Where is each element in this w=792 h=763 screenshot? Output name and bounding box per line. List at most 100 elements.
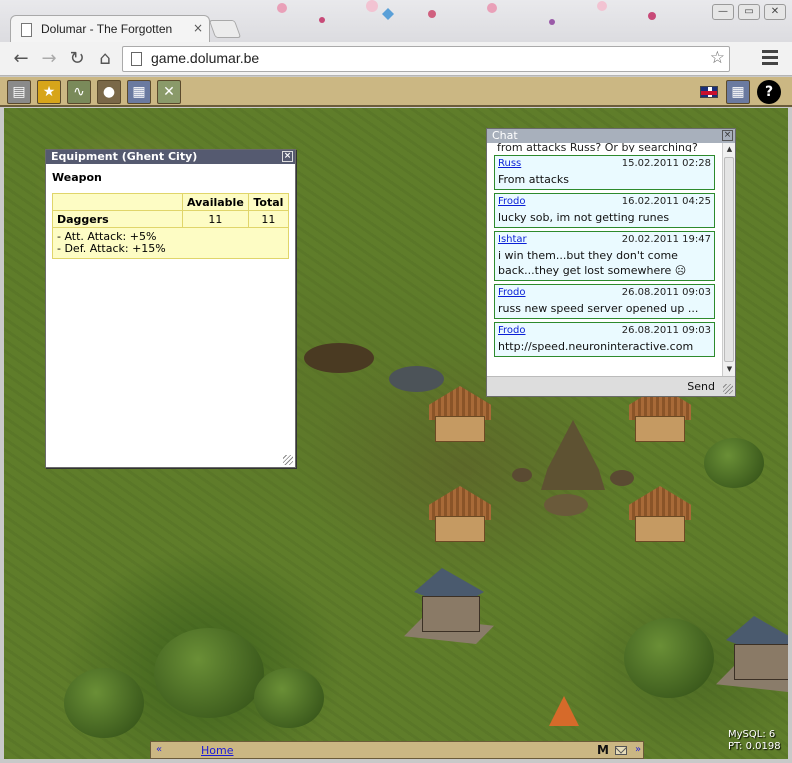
item-bonuses: - Att. Attack: +5% - Def. Attack: +15% (52, 227, 289, 259)
previous-arrow-icon[interactable]: « (156, 744, 162, 755)
building[interactable] (716, 616, 788, 696)
mysql-stat: MySQL: 6 (728, 729, 776, 740)
chat-message: Ishtar 20.02.2011 19:47 i win them...but … (494, 231, 715, 281)
chat-timestamp: 26.08.2011 09:03 (621, 325, 711, 336)
chat-username-link[interactable]: Frodo (498, 287, 526, 301)
close-icon[interactable]: × (722, 130, 733, 141)
buildings-icon[interactable]: ▤ (7, 80, 31, 104)
chat-message-text: From attacks (498, 173, 570, 186)
send-button[interactable]: Send (687, 380, 715, 393)
tab-close-icon[interactable]: × (193, 21, 203, 35)
url-text[interactable]: game.dolumar.be (151, 50, 259, 66)
window-title: Equipment (Ghent City) (51, 150, 198, 163)
chat-username-link[interactable]: Frodo (498, 325, 526, 339)
chat-message: Russ 15.02.2011 02:28 From attacks (494, 155, 715, 190)
house[interactable] (429, 386, 491, 444)
tools-icon[interactable]: ✕ (157, 80, 181, 104)
back-button[interactable]: ← (10, 48, 32, 70)
equipment-window[interactable]: Equipment (Ghent City) × Weapon Availabl… (45, 149, 296, 468)
browser-tab[interactable]: Dolumar - The Forgotten × (10, 15, 210, 43)
tree (64, 668, 144, 738)
tent[interactable] (549, 696, 579, 726)
equipment-table: Available Total Daggers 11 11 - Att. Att… (52, 193, 290, 259)
chat-username-link[interactable]: Ishtar (498, 234, 527, 248)
minimize-button[interactable]: — (712, 4, 734, 20)
home-button[interactable]: ⌂ (94, 48, 116, 70)
pt-stat: PT: 0.0198 (728, 741, 781, 752)
chat-timestamp: 26.08.2011 09:03 (621, 287, 711, 298)
game-footer-bar: « Home M » (150, 741, 644, 759)
equipment-window-header[interactable]: Equipment (Ghent City) × (46, 150, 295, 164)
chat-timestamp: 16.02.2011 04:25 (621, 196, 711, 207)
chat-message-text: lucky sob, im not getting runes (498, 211, 670, 224)
item-available: 11 (182, 210, 249, 228)
close-icon[interactable]: × (282, 151, 293, 162)
forward-button[interactable]: → (38, 48, 60, 70)
house[interactable] (629, 486, 691, 544)
item-total: 11 (247, 210, 290, 228)
new-tab-button[interactable] (208, 20, 242, 38)
stump (512, 468, 532, 482)
dirt-patch (304, 343, 374, 373)
category-heading: Weapon (52, 171, 102, 184)
server-stats: MySQL: 6 PT: 0.0198 (728, 729, 784, 753)
chat-window[interactable]: Chat × from attacks Russ? Or by searchin… (486, 128, 736, 397)
map-icon[interactable]: ▦ (127, 80, 151, 104)
resize-handle[interactable] (723, 384, 733, 394)
table-row: Daggers 11 11 (52, 210, 290, 228)
stump (610, 470, 634, 486)
chat-message: Frodo 26.08.2011 09:03 russ new speed ser… (494, 284, 715, 319)
help-button[interactable]: ? (757, 80, 781, 104)
chat-message-text: from attacks Russ? Or by searching? (497, 143, 698, 152)
envelope-icon[interactable] (615, 746, 627, 755)
chat-username-link[interactable]: Russ (498, 158, 521, 172)
chat-message-text: i win them...but they don't come back...… (498, 249, 687, 277)
page-icon (21, 23, 32, 37)
map-icon[interactable]: ▦ (726, 80, 750, 104)
maximize-button[interactable]: ▭ (738, 4, 760, 20)
bonus-text: - Def. Attack: +15% (57, 242, 166, 255)
blacksmith-building[interactable] (404, 568, 494, 648)
scroll-thumb[interactable] (724, 157, 734, 362)
close-window-button[interactable]: ✕ (764, 4, 786, 20)
scroll-up-icon[interactable]: ▲ (724, 144, 735, 155)
star-icon[interactable]: ★ (37, 80, 61, 104)
chat-message: Frodo 16.02.2011 04:25 lucky sob, im not … (494, 193, 715, 228)
messages-icon[interactable]: M (597, 743, 609, 757)
reload-button[interactable]: ↻ (66, 48, 88, 70)
chat-message-text: http://speed.neuroninteractive.com (498, 340, 694, 353)
address-bar[interactable]: game.dolumar.be ☆ (122, 46, 730, 72)
scroll-down-icon[interactable]: ▼ (724, 364, 735, 375)
table-header-total: Total (247, 193, 290, 211)
stump (544, 494, 588, 516)
tab-title: Dolumar - The Forgotten (41, 22, 173, 36)
browser-titlebar: Dolumar - The Forgotten × — ▭ ✕ (0, 0, 792, 43)
chat-footer: Send (487, 376, 735, 396)
chat-scrollbar[interactable]: ▲ ▼ (722, 143, 735, 376)
chat-window-header[interactable]: Chat × (487, 129, 735, 143)
tree (254, 668, 324, 728)
tree (704, 438, 764, 488)
chat-messages[interactable]: from attacks Russ? Or by searching? Russ… (487, 143, 723, 376)
table-header-available: Available (182, 193, 249, 211)
resize-handle[interactable] (283, 455, 293, 465)
home-link[interactable]: Home (201, 744, 233, 757)
resources-icon[interactable]: ● (97, 80, 121, 104)
next-arrow-icon[interactable]: » (635, 744, 641, 755)
game-menu-bar: ▤ ★ ∿ ● ▦ ✕ ▦ ? (0, 77, 792, 107)
browser-toolbar: ← → ↻ ⌂ game.dolumar.be ☆ (0, 42, 792, 76)
page-icon (131, 52, 142, 66)
floral-decoration (277, 0, 656, 25)
tree (154, 628, 264, 718)
english-flag-icon[interactable] (700, 86, 718, 98)
menu-icon[interactable] (762, 50, 778, 66)
item-name: Daggers (52, 210, 183, 228)
chat-username-link[interactable]: Frodo (498, 196, 526, 210)
bookmark-star-icon[interactable]: ☆ (710, 48, 725, 68)
chat-timestamp: 20.02.2011 19:47 (621, 234, 711, 245)
tree (624, 618, 714, 698)
house[interactable] (429, 486, 491, 544)
chat-message: Frodo 26.08.2011 09:03 http://speed.neuro… (494, 322, 715, 357)
stats-icon[interactable]: ∿ (67, 80, 91, 104)
haystack (541, 420, 605, 490)
